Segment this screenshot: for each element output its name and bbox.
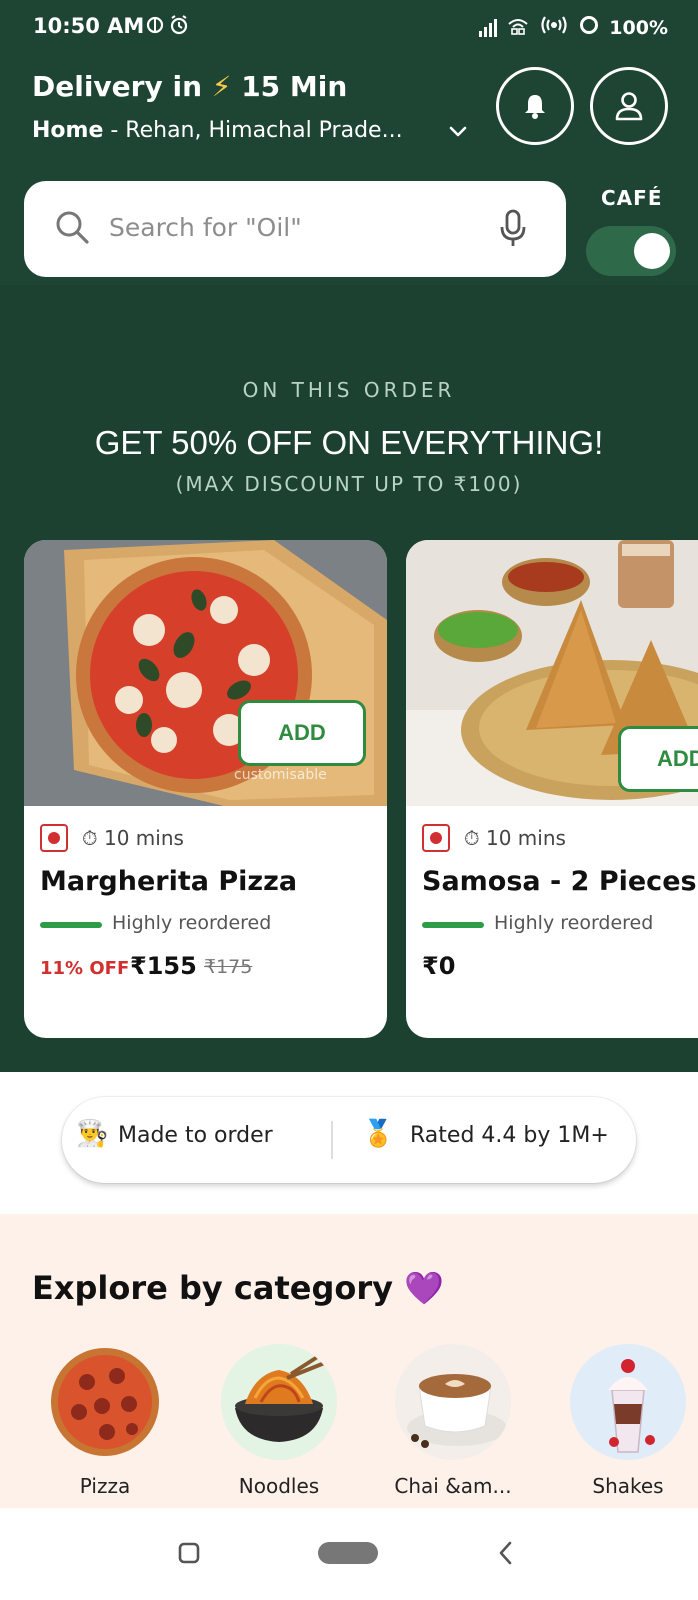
delivery-eta: Delivery in ⚡ 15 Min [32, 70, 347, 103]
add-button-label: ADD [657, 746, 698, 771]
chef-icon: 👨‍🍳 [76, 1119, 109, 1149]
microphone-icon[interactable] [498, 209, 528, 249]
add-button[interactable]: ADD [238, 700, 366, 766]
cafe-label: CAFÉ [601, 186, 663, 210]
signal-icon [479, 18, 498, 37]
made-to-order-badge: Made to order [118, 1123, 273, 1148]
veg-indicator-icon [422, 824, 450, 852]
battery-level: 100% [609, 16, 668, 39]
image-caption: customisable [234, 767, 327, 783]
category-section: Explore by category 💜 Pizza Noodles Chai… [0, 1214, 698, 1508]
delivery-prefix: Delivery in [32, 70, 203, 103]
category-noodles[interactable]: Noodles [219, 1344, 339, 1498]
add-button[interactable]: ADD [618, 726, 698, 792]
noodles-icon [221, 1344, 337, 1460]
badge-divider [331, 1121, 333, 1159]
search-icon [56, 211, 89, 244]
address-label: Home [32, 118, 104, 143]
category-title: Explore by category 💜 [32, 1269, 444, 1307]
offer-kicker: ON THIS ORDER [242, 378, 456, 402]
prep-time: ⏱ 10 mins [464, 826, 566, 850]
delivery-time: 15 Min [241, 70, 348, 103]
search-bar[interactable]: Search for "Oil" [24, 181, 566, 277]
search-input[interactable]: Search for "Oil" [109, 213, 302, 242]
medal-icon: 🏅 [362, 1119, 395, 1149]
category-label: Chai &am... [394, 1474, 512, 1498]
toggle-knob [634, 233, 670, 269]
alarm-icon [146, 14, 192, 41]
veg-indicator-icon [40, 824, 68, 852]
heart-icon: 💜 [404, 1269, 444, 1307]
address-text: - Rehan, Himachal Prade... [103, 118, 403, 143]
product-name: Samosa - 2 Pieces [422, 866, 697, 897]
trust-badges: 👨‍🍳 Made to order 🏅 Rated 4.4 by 1M+ [62, 1097, 636, 1183]
bell-icon [525, 95, 545, 119]
category-pizza[interactable]: Pizza [45, 1344, 165, 1498]
rating-badge: Rated 4.4 by 1M+ [410, 1123, 609, 1148]
battery-icon [579, 15, 599, 40]
cafe-toggle[interactable] [586, 226, 676, 276]
notifications-button[interactable] [496, 67, 574, 145]
prep-time: ⏱ 10 mins [82, 826, 184, 850]
original-price: ₹175 [204, 956, 253, 978]
back-icon[interactable] [496, 1540, 516, 1566]
delivery-address[interactable]: Home - Rehan, Himachal Prade... [32, 118, 403, 143]
home-pill[interactable] [318, 1542, 378, 1564]
hotspot-icon [539, 14, 569, 41]
pizza-icon [47, 1344, 163, 1460]
reorder-indicator [422, 922, 484, 928]
discount-label: 11% OFF [40, 958, 130, 979]
category-label: Noodles [238, 1474, 320, 1498]
product-price: ₹0 [422, 952, 456, 980]
product-image: customisable [24, 540, 387, 806]
reorder-indicator [40, 922, 102, 928]
product-price: ₹155 [130, 952, 197, 980]
offer-subtitle: (MAX DISCOUNT UP TO ₹100) [175, 472, 523, 496]
timer-icon: ⏱ [82, 826, 98, 850]
reorder-tag: Highly reordered [494, 912, 654, 934]
milkshake-icon [570, 1344, 686, 1460]
network-icon [507, 15, 529, 40]
status-time: 10:50 AM [33, 14, 145, 38]
coffee-cup-icon [395, 1344, 511, 1460]
lightning-icon: ⚡ [211, 70, 232, 103]
chevron-down-icon[interactable] [446, 119, 470, 143]
category-label: Shakes [592, 1474, 664, 1498]
profile-button[interactable] [590, 67, 668, 145]
recent-apps-icon[interactable] [178, 1542, 200, 1564]
reorder-tag: Highly reordered [112, 912, 272, 934]
category-shakes[interactable]: Shakes [568, 1344, 688, 1498]
product-name: Margherita Pizza [40, 866, 298, 897]
timer-icon: ⏱ [464, 826, 480, 850]
status-bar: 10:50 AM 100% [0, 0, 698, 55]
category-chai[interactable]: Chai &am... [393, 1344, 513, 1498]
product-card[interactable]: customisable ⏱ 10 mins Margherita Pizza … [24, 540, 387, 1038]
category-label: Pizza [79, 1474, 131, 1498]
system-navigation-bar [0, 1508, 698, 1600]
user-icon [615, 92, 643, 121]
offer-title: GET 50% OFF ON EVERYTHING! [94, 424, 604, 461]
